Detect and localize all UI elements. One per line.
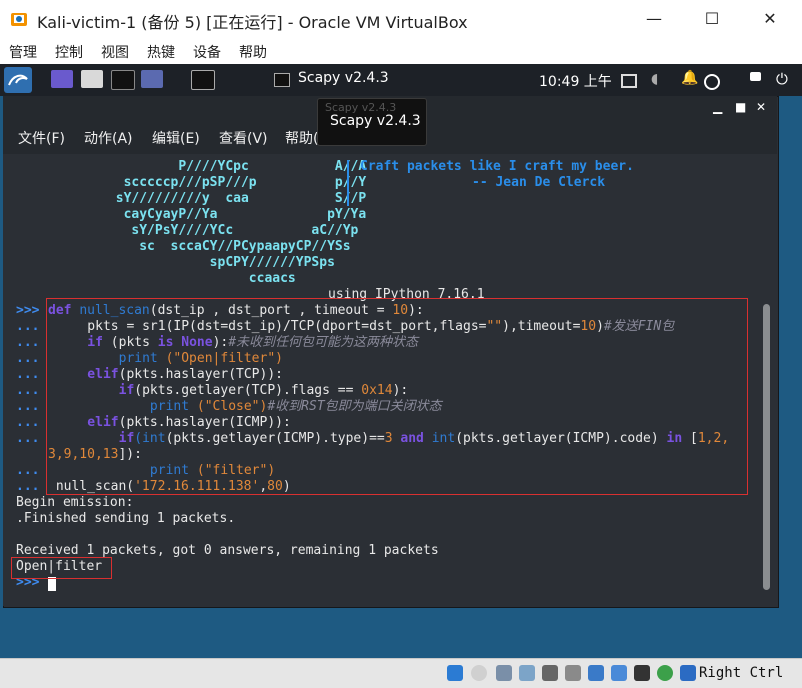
recording-status-icon[interactable] [611,665,627,681]
menu-help[interactable]: 帮助 [239,42,267,62]
continuation-prompt: ... [16,335,40,350]
terminal-launcher-icon[interactable] [111,70,135,90]
ascii-art-line: P////YCpc A//A [14,159,375,174]
terminal-menu-edit[interactable]: 编辑(E) [152,128,200,148]
guest-additions-icon[interactable] [657,665,673,681]
prompt: >>> [16,303,40,318]
panel-clock[interactable]: 10:49 上午 [539,71,612,91]
quote-bar [347,160,349,206]
continuation-prompt: ... [16,479,40,494]
host-key-label: Right Ctrl [699,665,784,681]
optical-drive-icon[interactable] [471,665,487,681]
menu-hotkey[interactable]: 热键 [147,42,175,62]
audio-status-icon[interactable] [496,665,512,681]
virtualbox-app-icon [9,9,29,29]
maximize-button[interactable]: ☐ [684,0,740,40]
output-highlight-box [11,557,112,579]
terminal-close-button[interactable]: ✕ [756,100,766,114]
shared-folders-icon[interactable] [565,665,581,681]
usb-status-icon[interactable] [542,665,558,681]
terminal-maximize-button[interactable]: ■ [735,100,746,114]
display-icon[interactable] [621,74,637,88]
hdd-status-icon[interactable] [447,665,463,681]
menu-devices[interactable]: 设备 [193,42,221,62]
network-status-icon[interactable] [519,665,535,681]
terminal-menu-action[interactable]: 动作(A) [84,128,133,148]
menu-manage[interactable]: 管理 [9,42,37,62]
close-button[interactable]: ✕ [742,0,798,40]
quote-author: -- Jean De Clerck [472,175,606,190]
continuation-prompt: ... [16,463,40,478]
ascii-art-line: ccaacs [14,271,375,286]
cpu-status-icon[interactable] [634,665,650,681]
terminal-scrollbar-thumb[interactable] [763,304,770,590]
ascii-art-line: spCPY//////YPSps [14,255,375,270]
minimize-button[interactable]: — [626,0,682,40]
terminal-cursor [48,577,56,591]
menu-view[interactable]: 视图 [101,42,129,62]
code-highlight-box [46,298,748,495]
active-terminal-icon[interactable] [191,70,215,90]
browser-icon[interactable] [141,70,163,88]
continuation-prompt: ... [16,415,40,430]
ascii-art-line: scccccp///pSP///p p//Y [14,175,375,190]
file-manager-icon[interactable] [81,70,103,88]
terminal-minimize-button[interactable]: ▁ [713,100,722,114]
menu-control[interactable]: 控制 [55,42,83,62]
power-icon[interactable] [704,74,720,90]
ascii-art-line: sY/////////y caa S//P [14,191,375,206]
continuation-prompt: ... [16,367,40,382]
quote-text: Craft packets like I craft my beer. [360,159,634,174]
output-line: Begin emission: [16,495,134,510]
continuation-prompt: ... [16,383,40,398]
ascii-art-line: cayCyayP//Ya pY/Ya [14,207,375,222]
continuation-prompt: ... [16,319,40,334]
lock-icon[interactable] [750,72,761,81]
task-terminal-icon [274,73,290,87]
notification-bell-icon[interactable]: 🔔 [681,70,698,86]
kali-menu-icon[interactable] [4,67,32,93]
terminal-menu-file[interactable]: 文件(F) [18,128,65,148]
mouse-integration-icon[interactable] [680,665,696,681]
task-label[interactable]: Scapy v2.4.3 [298,70,389,86]
window-title: Kali-victim-1 (备份 5) [正在运行] - Oracle VM … [37,13,468,32]
ascii-art-line: sc sccaCY//PCypaapyCP//YSs [14,239,375,254]
ascii-art-line: sY/PsY////YCc aC//Yp [14,223,375,238]
continuation-prompt: ... [16,431,40,446]
tooltip-text: Scapy v2.4.3 [330,113,421,129]
workspace-icon[interactable] [51,70,73,88]
display-status-icon[interactable] [588,665,604,681]
continuation-prompt: ... [16,399,40,414]
output-line: .Finished sending 1 packets. [16,511,236,526]
volume-icon[interactable]: ◖ [651,71,658,87]
continuation-prompt: ... [16,351,40,366]
terminal-menu-view[interactable]: 查看(V) [219,128,268,148]
power-menu-icon[interactable]: ⏻ [776,70,788,88]
